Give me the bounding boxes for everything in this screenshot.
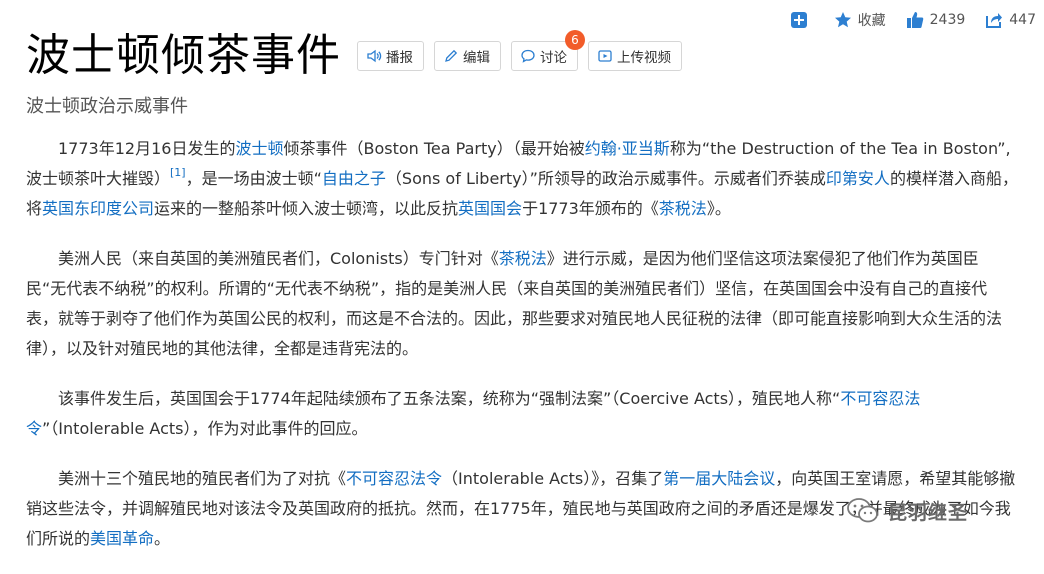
discuss-label: 讨论 — [540, 50, 567, 66]
text: 于1773年颁布的《 — [522, 199, 659, 218]
collect-button[interactable]: 收藏 — [834, 10, 886, 30]
page-title: 波士顿倾茶事件 — [26, 30, 341, 81]
text: （Sons of Liberty）”所领导的政治示威事件。示威者们乔装成 — [385, 169, 826, 188]
upload-video-label: 上传视频 — [617, 50, 671, 66]
discuss-count-badge: 6 — [565, 30, 585, 50]
edit-button[interactable]: 编辑 — [434, 41, 501, 71]
text: 美洲十三个殖民地的殖民者们为了对抗《 — [58, 469, 347, 488]
star-icon — [834, 12, 851, 28]
share-button[interactable]: 447 — [985, 11, 1036, 29]
chat-bubble-icon — [521, 49, 535, 63]
link-first-continental-congress[interactable]: 第一届大陆会议 — [663, 469, 775, 488]
share-icon — [986, 13, 1003, 28]
share-count: 447 — [1009, 12, 1036, 28]
plus-square-icon — [790, 12, 807, 28]
top-actions-bar: 收藏 2439 447 — [790, 10, 1036, 30]
link-american-revolution[interactable]: 美国革命 — [90, 529, 154, 548]
broadcast-button[interactable]: 播报 — [357, 41, 424, 71]
page-subtitle: 波士顿政治示威事件 — [26, 96, 188, 117]
broadcast-label: 播报 — [386, 50, 413, 66]
pencil-icon — [445, 49, 458, 62]
paragraph-1: 1773年12月16日发生的波士顿倾茶事件（Boston Tea Party）（… — [26, 134, 1018, 224]
text: 。 — [154, 529, 171, 548]
like-count: 2439 — [929, 12, 966, 28]
edit-label: 编辑 — [463, 50, 490, 66]
text: 美洲人民（来自英国的美洲殖民者们，Colonists）专门针对《 — [58, 249, 499, 268]
link-british-parliament[interactable]: 英国国会 — [458, 199, 522, 218]
link-indians[interactable]: 印第安人 — [826, 169, 890, 188]
link-john-adams[interactable]: 约翰·亚当斯 — [585, 139, 670, 158]
link-boston[interactable]: 波士顿 — [235, 139, 283, 158]
link-tea-act[interactable]: 茶税法 — [659, 199, 707, 218]
link-sons-of-liberty[interactable]: 自由之子 — [322, 169, 386, 188]
text: ”（Intolerable Acts），作为对此事件的回应。 — [42, 419, 368, 438]
collect-label: 收藏 — [857, 13, 886, 29]
title-row: 波士顿倾茶事件 播报 编辑 讨论 6 上传视频 — [26, 30, 692, 82]
text: 该事件发生后，英国国会于1774年起陆续颁布了五条法案，统称为“强制法案”（Co… — [58, 389, 841, 408]
text: 》。 — [706, 199, 731, 218]
speaker-icon — [367, 49, 382, 63]
wechat-logo-icon — [847, 498, 878, 523]
discuss-button[interactable]: 讨论 6 — [511, 30, 585, 71]
text: 倾茶事件（Boston Tea Party）（最开始被 — [283, 139, 585, 158]
like-button[interactable]: 2439 — [906, 11, 966, 29]
text: 运来的一整船茶叶倾入波士顿湾，以此反抗 — [154, 199, 459, 218]
video-upload-icon — [598, 50, 612, 62]
upload-video-button[interactable]: 上传视频 — [588, 41, 682, 71]
reference-1[interactable]: [1] — [170, 166, 186, 179]
paragraph-2: 美洲人民（来自英国的美洲殖民者们，Colonists）专门针对《茶税法》进行示威… — [26, 244, 1018, 364]
paragraph-3: 该事件发生后，英国国会于1774年起陆续颁布了五条法案，统称为“强制法案”（Co… — [26, 384, 1018, 444]
text: ，是一场由波士顿“ — [185, 169, 322, 188]
watermark: 昆羽继圣 — [846, 497, 968, 525]
text: 1773年12月16日发生的 — [58, 139, 236, 158]
thumbs-up-icon — [906, 12, 923, 28]
watermark-text: 昆羽继圣 — [888, 501, 969, 524]
text: （Intolerable Acts）》，召集了 — [442, 469, 664, 488]
add-button[interactable] — [790, 11, 814, 29]
title-buttons: 播报 编辑 讨论 6 上传视频 — [357, 30, 692, 71]
link-tea-act[interactable]: 茶税法 — [499, 249, 547, 268]
link-intolerable-acts[interactable]: 不可容忍法令 — [346, 469, 442, 488]
link-east-india-company[interactable]: 英国东印度公司 — [42, 199, 154, 218]
